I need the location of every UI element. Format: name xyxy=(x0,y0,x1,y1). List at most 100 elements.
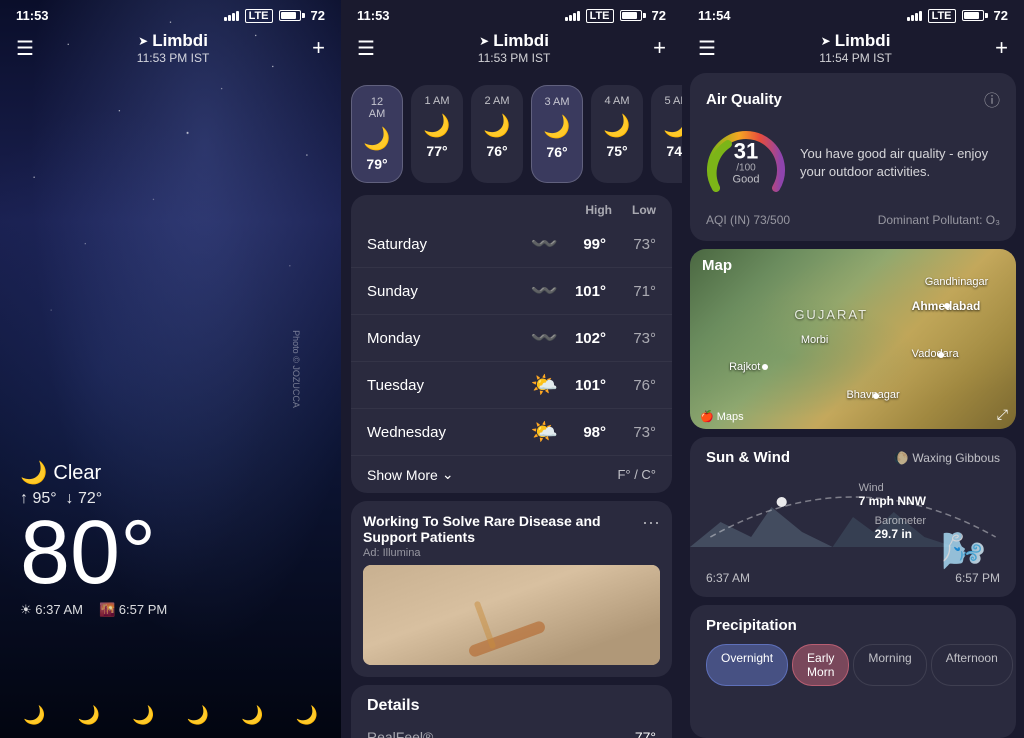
tab-overnight[interactable]: Overnight xyxy=(706,644,788,686)
hourly-temp: 76° xyxy=(481,143,513,159)
hourly-icon: 🌙 xyxy=(601,113,633,139)
panel3-header: ☰ ➤ Limbdi 11:54 PM IST + xyxy=(682,27,1024,73)
panel-weather-main: Photo © JOZUCCA 11:53 LTE 72 ☰ ➤ Limbdi xyxy=(0,0,341,738)
ad-image xyxy=(363,565,660,665)
aq-grade: Good xyxy=(733,174,760,186)
panel1-header-time: 11:53 PM IST xyxy=(137,51,209,65)
map-expand-icon[interactable]: ⤢ xyxy=(997,406,1008,423)
details-card: Details RealFeel® 77° Humidity 39% 🌙 ✨ xyxy=(351,685,672,738)
panel1-hourly-item: 🌙 xyxy=(8,705,61,726)
forecast-icon: 〰️ xyxy=(531,278,558,304)
signal-icon xyxy=(907,11,922,21)
map-background: Gandhinagar Ahmedabad GUJARAT Morbi Rajk… xyxy=(690,249,1016,429)
battery-icon xyxy=(279,10,305,21)
hourly-item-2[interactable]: 2 AM 🌙 76° xyxy=(471,85,523,183)
col-low: Low xyxy=(632,203,656,217)
location-icon: ➤ xyxy=(479,34,489,48)
tab-morning[interactable]: Morning xyxy=(853,644,926,686)
hourly-item-1[interactable]: 1 AM 🌙 77° xyxy=(411,85,463,183)
show-more-button[interactable]: Show More ⌄ xyxy=(367,466,454,483)
forecast-header: High Low xyxy=(351,195,672,221)
hourly-item-4[interactable]: 4 AM 🌙 75° xyxy=(591,85,643,183)
menu-icon[interactable]: ☰ xyxy=(698,36,716,61)
forecast-high: 102° xyxy=(568,330,606,347)
panel-forecast: 11:53 LTE 72 ☰ ➤ Limbdi 11:53 PM IST xyxy=(341,0,682,738)
barometer-info: Barometer 29.7 in xyxy=(875,515,926,541)
ad-card[interactable]: Working To Solve Rare Disease and Suppor… xyxy=(351,501,672,677)
panel2-status-bar: 11:53 LTE 72 xyxy=(341,0,682,27)
forecast-low: 73° xyxy=(618,330,656,347)
aq-description: You have good air quality - enjoy your o… xyxy=(800,145,1000,181)
tab-afternoon[interactable]: Afternoon xyxy=(931,644,1013,686)
tab-early-morn[interactable]: Early Morn xyxy=(792,644,849,686)
sunset-label: 6:57 PM xyxy=(955,571,1000,585)
apple-maps-logo: 🍎 Maps xyxy=(700,410,744,423)
unit-toggle-button[interactable]: F° / C° xyxy=(617,467,656,482)
map-label-vadodara: Vadodara xyxy=(912,348,959,360)
add-location-icon[interactable]: + xyxy=(995,35,1008,61)
forecast-day: Wednesday xyxy=(367,424,531,441)
photo-credit: Photo © JOZUCCA xyxy=(291,330,301,408)
panel2-header-time: 11:53 PM IST xyxy=(478,51,550,65)
location-icon: ➤ xyxy=(821,34,831,48)
panel1-city: Limbdi xyxy=(152,31,208,51)
ad-more-icon[interactable]: ⋯ xyxy=(642,513,660,534)
map-label-morbi: Morbi xyxy=(801,334,829,346)
forecast-icon: 〰️ xyxy=(531,325,558,351)
map-label-rajkot: Rajkot xyxy=(729,361,760,373)
realfeel-label: RealFeel® xyxy=(367,729,433,738)
sunset-time: 🌇 6:57 PM xyxy=(99,602,167,618)
forecast-low: 76° xyxy=(618,377,656,394)
table-row[interactable]: Sunday 〰️ 101° 71° xyxy=(351,268,672,315)
chevron-down-icon: ⌄ xyxy=(442,466,454,483)
panel3-time: 11:54 xyxy=(698,8,731,23)
weather-main-info: 🌙 Clear ↑ 95° ↓ 72° 80° ☀ 6:37 AM 🌇 6:57… xyxy=(0,460,341,618)
panel1-hourly-item: 🌙 xyxy=(117,705,170,726)
menu-icon[interactable]: ☰ xyxy=(357,36,375,61)
hourly-icon: 🌙 xyxy=(362,126,392,152)
map-dot-rajkot xyxy=(762,364,768,370)
forecast-icon: 🌤️ xyxy=(531,372,558,398)
panel3-city: Limbdi xyxy=(835,31,891,51)
table-row[interactable]: Saturday 〰️ 99° 73° xyxy=(351,221,672,268)
panel1-status-bar: 11:53 LTE 72 xyxy=(0,0,341,27)
hourly-temp: 79° xyxy=(362,156,392,172)
map-label-gandhinagar: Gandhinagar xyxy=(925,276,989,288)
sun-wind-card: Sun & Wind 🌔 Waxing Gibbous xyxy=(690,437,1016,597)
panel1-hourly-strip: 🌙 🌙 🌙 🌙 🌙 🌙 xyxy=(0,697,341,738)
add-location-icon[interactable]: + xyxy=(653,35,666,61)
weather-condition: Clear xyxy=(53,462,101,485)
menu-icon[interactable]: ☰ xyxy=(16,36,34,61)
hourly-time: 2 AM xyxy=(481,95,513,107)
forecast-day: Sunday xyxy=(367,283,531,300)
baro-value: 29.7 in xyxy=(875,527,926,541)
sw-title: Sun & Wind xyxy=(706,449,790,466)
current-temp: 80° xyxy=(20,508,321,598)
windmill-icon: 🌬️ xyxy=(941,530,986,572)
lte-badge: LTE xyxy=(586,9,614,23)
precipitation-card: Precipitation Overnight Early Morn Morni… xyxy=(690,605,1016,738)
battery-icon xyxy=(962,10,988,21)
map-title: Map xyxy=(702,257,732,274)
panel2-header: ☰ ➤ Limbdi 11:53 PM IST + xyxy=(341,27,682,73)
hourly-temp: 74° xyxy=(661,143,682,159)
forecast-low: 73° xyxy=(618,236,656,253)
baro-label: Barometer xyxy=(875,515,926,527)
table-row[interactable]: Tuesday 🌤️ 101° 76° xyxy=(351,362,672,409)
wind-label: Wind xyxy=(859,482,926,494)
table-row[interactable]: Wednesday 🌤️ 98° 73° xyxy=(351,409,672,456)
map-card[interactable]: Map Gandhinagar Ahmedabad GUJARAT Morbi … xyxy=(690,249,1016,429)
hourly-temp: 76° xyxy=(542,144,572,160)
forecast-day: Monday xyxy=(367,330,531,347)
hourly-time: 3 AM xyxy=(542,96,572,108)
forecast-high: 98° xyxy=(568,424,606,441)
aq-info-icon[interactable]: ⓘ xyxy=(984,87,1000,111)
hourly-icon: 🌙 xyxy=(661,113,682,139)
hourly-item-0[interactable]: 12 AM 🌙 79° xyxy=(351,85,403,183)
forecast-card: High Low Saturday 〰️ 99° 73° Sunday 〰️ 1… xyxy=(351,195,672,493)
table-row[interactable]: Monday 〰️ 102° 73° xyxy=(351,315,672,362)
hourly-item-5[interactable]: 5 AM 🌙 74° xyxy=(651,85,682,183)
hourly-item-3[interactable]: 3 AM 🌙 76° xyxy=(531,85,583,183)
hourly-scroll[interactable]: 12 AM 🌙 79° 1 AM 🌙 77° 2 AM 🌙 76° 3 AM 🌙… xyxy=(341,73,682,195)
add-location-icon[interactable]: + xyxy=(312,35,325,61)
